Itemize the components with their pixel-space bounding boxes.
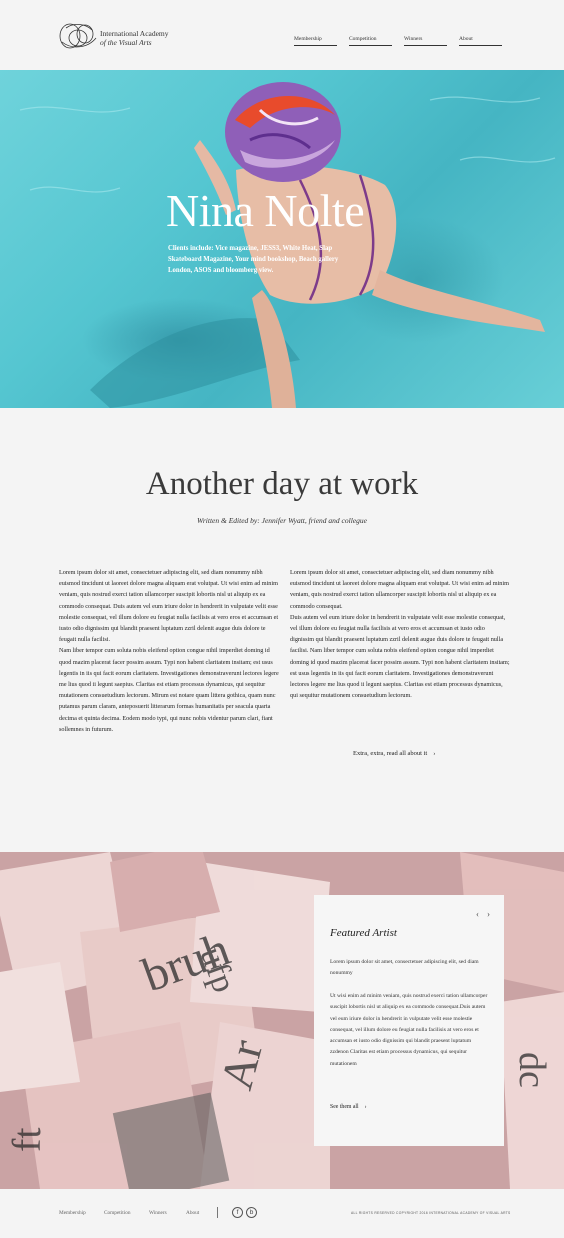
nav-membership[interactable]: Membership [294, 36, 337, 46]
footer-divider [217, 1207, 218, 1218]
chevron-right-icon: › [364, 1104, 367, 1110]
brand-name: International Academy of the Visual Arts [100, 29, 169, 47]
article-paragraph: Duis autem vel eum iriure dolor in hendr… [290, 613, 510, 700]
article-byline: Written & Edited by: Jennifer Wyatt, fri… [197, 516, 367, 525]
featured-intro: Lorem ipsum dolor sit amet, consectetuer… [330, 959, 479, 976]
article-title: Another day at work [145, 466, 419, 502]
hero-subtitle: Clients include: Vice magazine, JESS3, W… [168, 245, 339, 274]
facebook-icon[interactable]: f [232, 1207, 243, 1218]
article-paragraph: Lorem ipsum dolor sit amet, consectetuer… [59, 569, 279, 644]
chevron-right-icon[interactable]: › [487, 909, 490, 919]
footer-nav-membership[interactable]: Membership [59, 1210, 86, 1216]
site-footer: Membership Competition Winners About f b… [0, 1189, 564, 1238]
svg-text:ft: ft [4, 1128, 49, 1152]
nav-about[interactable]: About [459, 36, 502, 46]
see-all-link[interactable]: See them all › [330, 1104, 367, 1110]
svg-text:dc: dc [511, 1052, 553, 1088]
carousel-controls: ‹ › [468, 909, 490, 919]
nav-competition[interactable]: Competition [349, 36, 392, 46]
footer-nav-competition[interactable]: Competition [104, 1210, 131, 1216]
chevron-right-icon: › [433, 750, 436, 757]
footer-nav-winners[interactable]: Winners [149, 1210, 167, 1216]
chevron-left-icon[interactable]: ‹ [476, 909, 479, 919]
featured-artist-card: ‹ › Featured Artist Lorem ipsum dolor sit… [314, 895, 504, 1146]
featured-title: Featured Artist [330, 927, 397, 939]
hero-illustration [19, 82, 556, 408]
article-paragraph: Lorem ipsum dolor sit amet, consectetuer… [290, 569, 509, 610]
copyright-text: ALL RIGHTS RESERVED COPYRIGHT 2016 INTER… [351, 1211, 511, 1215]
brand-line-2: of the Visual Arts [100, 37, 152, 47]
article-column-left: Lorem ipsum dolor sit amet, consectetuer… [59, 567, 279, 735]
brand-logo[interactable]: International Academy of the Visual Arts [58, 20, 188, 52]
read-more-link[interactable]: Extra, extra, read all about it › [353, 750, 435, 757]
hero-banner: Nina Nolte Clients include: Vice magazin… [0, 70, 564, 408]
logo-scribble-icon [59, 23, 97, 49]
article-paragraph: Nam liber tempor cum soluta nobis eleife… [59, 647, 279, 733]
article-column-right: Lorem ipsum dolor sit amet, consectetuer… [290, 567, 510, 701]
featured-body: Ut wisi enim ad minim veniam, quis nostr… [330, 993, 488, 1067]
see-all-label: See them all [330, 1104, 359, 1110]
hero-title: Nina Nolte [166, 185, 365, 236]
nav-winners[interactable]: Winners [404, 36, 447, 46]
behance-icon[interactable]: b [246, 1207, 257, 1218]
footer-nav-about[interactable]: About [186, 1210, 199, 1216]
site-header: International Academy of the Visual Arts… [0, 0, 564, 70]
read-more-label: Extra, extra, read all about it [353, 750, 428, 757]
